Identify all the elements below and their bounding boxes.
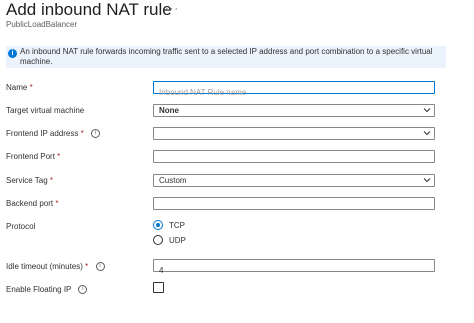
frontend-port-label-text: Frontend Port [6, 152, 55, 161]
more-options-icon[interactable]: ··· [165, 3, 179, 15]
name-field[interactable] [153, 81, 435, 98]
backend-port-label-text: Backend port [6, 199, 54, 208]
idle-timeout-label-text: Idle timeout (minutes) [6, 262, 83, 271]
protocol-tcp-label[interactable]: TCP [169, 221, 185, 230]
idle-timeout-label: Idle timeout (minutes) * i [6, 262, 105, 272]
target-vm-select[interactable]: None [153, 104, 435, 117]
idle-timeout-field[interactable] [153, 259, 435, 276]
chevron-down-icon [423, 178, 431, 183]
frontend-port-label: Frontend Port * [6, 152, 60, 161]
frontend-ip-label: Frontend IP address * i [6, 129, 100, 139]
info-icon: i [8, 49, 17, 58]
frontend-port-input[interactable] [154, 156, 434, 167]
info-tooltip-icon[interactable]: i [90, 129, 100, 139]
page-subtitle: PublicLoadBalancer [6, 20, 78, 29]
page-title: Add inbound NAT rule [6, 0, 172, 19]
required-mark: * [57, 152, 61, 161]
floating-ip-label: Enable Floating IP i [6, 285, 88, 295]
floating-ip-checkbox[interactable] [153, 282, 164, 293]
frontend-port-field[interactable] [153, 150, 435, 167]
protocol-udp-radio[interactable] [153, 235, 163, 245]
service-tag-select[interactable]: Custom [153, 174, 435, 187]
info-banner-text: An inbound NAT rule forwards incoming tr… [20, 47, 433, 66]
backend-port-field[interactable] [153, 197, 435, 214]
chevron-down-icon [423, 131, 431, 136]
protocol-tcp-radio[interactable] [153, 220, 163, 230]
service-tag-label-text: Service Tag [6, 176, 48, 185]
backend-port-label: Backend port * [6, 199, 59, 208]
chevron-down-icon [423, 108, 431, 113]
info-tooltip-icon[interactable]: i [95, 262, 105, 272]
backend-port-input[interactable] [154, 203, 434, 214]
required-mark: * [85, 262, 89, 271]
required-mark: * [55, 199, 59, 208]
floating-ip-label-text: Enable Floating IP [6, 285, 72, 294]
protocol-label: Protocol [6, 222, 36, 231]
required-mark: * [49, 176, 54, 185]
frontend-ip-select[interactable] [153, 127, 435, 140]
required-mark: * [29, 83, 33, 92]
name-label: Name * [6, 83, 33, 92]
idle-timeout-input[interactable] [154, 265, 434, 276]
target-vm-label: Target virtual machine [6, 106, 85, 115]
name-label-text: Name [6, 83, 28, 92]
name-input[interactable] [154, 87, 434, 98]
service-tag-value: Custom [159, 176, 187, 185]
required-mark: * [80, 129, 84, 138]
target-vm-value: None [159, 106, 179, 115]
service-tag-label: Service Tag * [6, 176, 53, 185]
frontend-ip-label-text: Frontend IP address [6, 129, 79, 138]
info-tooltip-icon[interactable]: i [78, 285, 88, 295]
protocol-udp-label[interactable]: UDP [169, 236, 186, 245]
